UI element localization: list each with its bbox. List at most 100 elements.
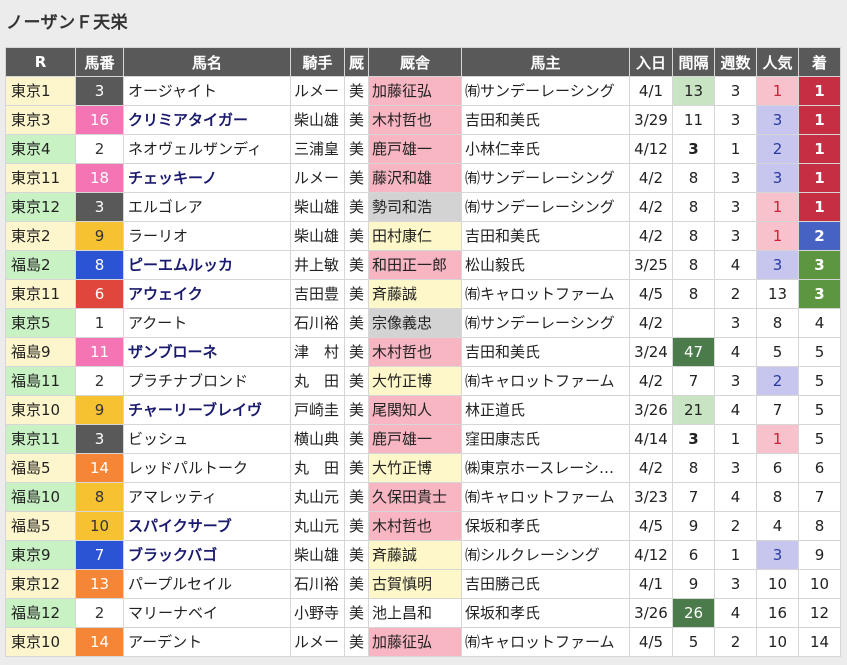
trainer-cell[interactable]: 鹿戸雄一: [368, 424, 462, 454]
col-stable-location[interactable]: 厩: [344, 47, 369, 77]
jockey-cell[interactable]: 三浦皇: [290, 134, 345, 164]
table-row[interactable]: 東京12 13 パープルセイル 石川裕美古賀慎明 吉田勝己氏 4/1 9 3 10 10: [5, 569, 841, 599]
owner-cell[interactable]: 吉田和美氏: [461, 221, 630, 251]
jockey-cell[interactable]: 柴山雄: [290, 192, 345, 222]
owner-cell[interactable]: 松山毅氏: [461, 250, 630, 280]
col-weeks[interactable]: 週数: [714, 47, 757, 77]
race-cell[interactable]: 東京12: [5, 569, 76, 599]
trainer-cell[interactable]: 木村哲也: [368, 105, 462, 135]
jockey-cell[interactable]: 柴山雄: [290, 540, 345, 570]
owner-cell[interactable]: ㈲サンデーレーシング: [461, 308, 630, 338]
horse-name-cell[interactable]: ラーリオ: [123, 221, 291, 251]
jockey-cell[interactable]: ルメー: [290, 627, 345, 657]
jockey-cell[interactable]: 丸 田: [290, 366, 345, 396]
col-horse-name[interactable]: 馬名: [123, 47, 291, 77]
jockey-cell[interactable]: 丸山元: [290, 482, 345, 512]
horse-name-cell[interactable]: パープルセイル: [123, 569, 291, 599]
trainer-cell[interactable]: 大竹正博: [368, 366, 462, 396]
table-row[interactable]: 東京9 7 ブラックバゴ 柴山雄美斉藤誠 ㈲シルクレーシング 4/12 6 1 3 9: [5, 540, 841, 570]
horse-name-cell[interactable]: プラチナブロンド: [123, 366, 291, 396]
trainer-cell[interactable]: 藤沢和雄: [368, 163, 462, 193]
table-row[interactable]: 東京12 3 エルゴレア 柴山雄美勢司和浩 ㈲サンデーレーシング 4/2 8 3 1 1: [5, 192, 841, 222]
jockey-cell[interactable]: 吉田豊: [290, 279, 345, 309]
col-jockey[interactable]: 騎手: [290, 47, 345, 77]
owner-cell[interactable]: 林正道氏: [461, 395, 630, 425]
jockey-cell[interactable]: 石川裕: [290, 308, 345, 338]
race-cell[interactable]: 福島12: [5, 598, 76, 628]
table-row[interactable]: 福島12 2 マリーナベイ 小野寺美池上昌和 保坂和孝氏 3/26 26 4 16 12: [5, 598, 841, 628]
col-owner[interactable]: 馬主: [461, 47, 630, 77]
table-row[interactable]: 東京11 3 ビッシュ 横山典美鹿戸雄一 窪田康志氏 4/14 3 1 1 5: [5, 424, 841, 454]
table-row[interactable]: 東京10 9 チャーリーブレイヴ 戸崎圭美尾関知人 林正道氏 3/26 21 4 7 5: [5, 395, 841, 425]
table-row[interactable]: 福島5 10 スパイクサーブ 丸山元美木村哲也 保坂和孝氏 4/5 9 2 4 8: [5, 511, 841, 541]
trainer-cell[interactable]: 大竹正博: [368, 453, 462, 483]
owner-cell[interactable]: 保坂和孝氏: [461, 511, 630, 541]
owner-cell[interactable]: ㈲サンデーレーシング: [461, 163, 630, 193]
table-row[interactable]: 福島11 2 プラチナブロンド丸 田美大竹正博 ㈲キャロットファーム 4/2 7 3 2 5: [5, 366, 841, 396]
trainer-cell[interactable]: 斉藤誠: [368, 279, 462, 309]
owner-cell[interactable]: ㈲キャロットファーム: [461, 366, 630, 396]
horse-name-cell[interactable]: レッドパルトーク: [123, 453, 291, 483]
table-row[interactable]: 東京5 1 アクート 石川裕美宗像義忠 ㈲サンデーレーシング 4/2 3 8 4: [5, 308, 841, 338]
trainer-cell[interactable]: 尾関知人: [368, 395, 462, 425]
race-cell[interactable]: 東京12: [5, 192, 76, 222]
horse-name-cell[interactable]: エルゴレア: [123, 192, 291, 222]
jockey-cell[interactable]: ルメー: [290, 163, 345, 193]
owner-cell[interactable]: 吉田和美氏: [461, 337, 630, 367]
table-row[interactable]: 福島2 8 ピーエムルッカ 井上敏美和田正一郎 松山毅氏 3/25 8 4 3 3: [5, 250, 841, 280]
race-cell[interactable]: 東京4: [5, 134, 76, 164]
table-row[interactable]: 東京4 2 ネオヴェルザンディ 三浦皇美鹿戸雄一 小林仁幸氏 4/12 3 1 2 1: [5, 134, 841, 164]
horse-name-cell[interactable]: ビッシュ: [123, 424, 291, 454]
jockey-cell[interactable]: 丸 田: [290, 453, 345, 483]
table-row[interactable]: 東京2 9 ラーリオ 柴山雄美田村康仁 吉田和美氏 4/2 8 3 1 2: [5, 221, 841, 251]
horse-name-cell[interactable]: スパイクサーブ: [123, 511, 291, 541]
owner-cell[interactable]: 小林仁幸氏: [461, 134, 630, 164]
race-cell[interactable]: 東京1: [5, 76, 76, 106]
col-finish[interactable]: 着: [798, 47, 841, 77]
race-cell[interactable]: 福島5: [5, 511, 76, 541]
owner-cell[interactable]: ㈲キャロットファーム: [461, 627, 630, 657]
owner-cell[interactable]: 保坂和孝氏: [461, 598, 630, 628]
table-row[interactable]: 東京3 16 クリミアタイガー 柴山雄美木村哲也 吉田和美氏 3/29 11 3 3 1: [5, 105, 841, 135]
owner-cell[interactable]: ㈲サンデーレーシング: [461, 76, 630, 106]
race-cell[interactable]: 福島2: [5, 250, 76, 280]
horse-name-cell[interactable]: チェッキーノ: [123, 163, 291, 193]
owner-cell[interactable]: ㈲サンデーレーシング: [461, 192, 630, 222]
owner-cell[interactable]: 吉田勝己氏: [461, 569, 630, 599]
table-row[interactable]: 福島9 11 ザンブローネ津 村美木村哲也 吉田和美氏 3/24 47 4 5 5: [5, 337, 841, 367]
col-trainer[interactable]: 厩舎: [368, 47, 462, 77]
owner-cell[interactable]: 吉田和美氏: [461, 105, 630, 135]
race-cell[interactable]: 東京10: [5, 627, 76, 657]
horse-name-cell[interactable]: オージャイト: [123, 76, 291, 106]
trainer-cell[interactable]: 鹿戸雄一: [368, 134, 462, 164]
horse-name-cell[interactable]: チャーリーブレイヴ: [123, 395, 291, 425]
horse-name-cell[interactable]: ブラックバゴ: [123, 540, 291, 570]
race-cell[interactable]: 東京11: [5, 279, 76, 309]
horse-name-cell[interactable]: アクート: [123, 308, 291, 338]
horse-name-cell[interactable]: ザンブローネ: [123, 337, 291, 367]
col-horse-number[interactable]: 馬番: [75, 47, 124, 77]
table-row[interactable]: 東京11 18 チェッキーノ ルメー美藤沢和雄 ㈲サンデーレーシング 4/2 8 3 3 1: [5, 163, 841, 193]
jockey-cell[interactable]: 小野寺: [290, 598, 345, 628]
trainer-cell[interactable]: 和田正一郎: [368, 250, 462, 280]
jockey-cell[interactable]: 石川裕: [290, 569, 345, 599]
trainer-cell[interactable]: 加藤征弘: [368, 627, 462, 657]
table-row[interactable]: 福島5 14 レッドパルトーク丸 田美大竹正博 ㈱東京ホースレーシ… 4/2 8 3 6 6: [5, 453, 841, 483]
horse-name-cell[interactable]: マリーナベイ: [123, 598, 291, 628]
horse-name-cell[interactable]: ピーエムルッカ: [123, 250, 291, 280]
jockey-cell[interactable]: 丸山元: [290, 511, 345, 541]
trainer-cell[interactable]: 田村康仁: [368, 221, 462, 251]
trainer-cell[interactable]: 木村哲也: [368, 337, 462, 367]
table-row[interactable]: 東京10 14 アーデント ルメー美加藤征弘 ㈲キャロットファーム 4/5 5 2 10 14: [5, 627, 841, 657]
jockey-cell[interactable]: 戸崎圭: [290, 395, 345, 425]
col-race[interactable]: R: [5, 47, 76, 77]
horse-name-cell[interactable]: ネオヴェルザンディ: [123, 134, 291, 164]
horse-name-cell[interactable]: アウェイク: [123, 279, 291, 309]
jockey-cell[interactable]: 柴山雄: [290, 221, 345, 251]
trainer-cell[interactable]: 宗像義忠: [368, 308, 462, 338]
trainer-cell[interactable]: 斉藤誠: [368, 540, 462, 570]
col-arrival-date[interactable]: 入日: [629, 47, 673, 77]
race-cell[interactable]: 東京2: [5, 221, 76, 251]
owner-cell[interactable]: ㈲シルクレーシング: [461, 540, 630, 570]
owner-cell[interactable]: ㈲キャロットファーム: [461, 279, 630, 309]
